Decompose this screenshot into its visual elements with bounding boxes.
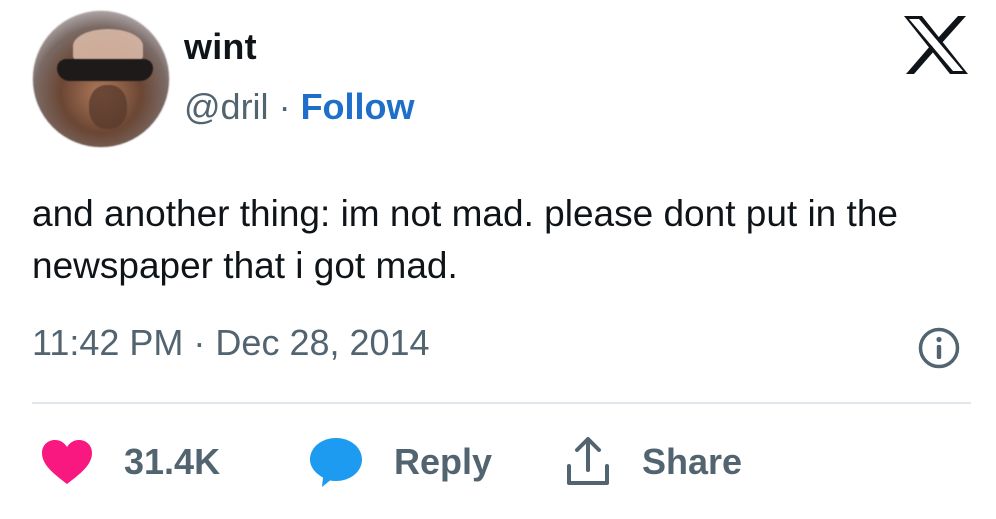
handle-row: @dril · Follow (184, 86, 415, 128)
tweet-card: wint @dril · Follow and another thing: im … (0, 0, 996, 519)
reply-label: Reply (394, 441, 493, 482)
x-logo-icon[interactable] (902, 15, 970, 75)
timestamp-separator: · (193, 322, 206, 363)
share-button[interactable]: Share (564, 434, 742, 490)
share-icon (567, 437, 609, 485)
heart-icon (42, 440, 92, 484)
avatar-forehead (73, 29, 143, 63)
divider (32, 402, 971, 404)
like-count: 31.4K (124, 441, 221, 482)
reply-button[interactable]: Reply (308, 434, 492, 490)
tweet-date: Dec 28, 2014 (215, 322, 430, 363)
like-button[interactable]: 31.4K (40, 434, 220, 490)
avatar[interactable] (32, 10, 170, 148)
info-icon[interactable] (917, 326, 961, 370)
share-label: Share (642, 441, 743, 482)
avatar-face-shadow (89, 85, 127, 129)
avatar-sunglasses (57, 59, 153, 81)
follow-button[interactable]: Follow (301, 86, 415, 127)
user-handle[interactable]: @dril (184, 86, 269, 127)
reply-bubble-icon (310, 438, 362, 487)
handle-separator: · (278, 86, 291, 127)
tweet-text: and another thing: im not mad. please do… (32, 193, 898, 286)
tweet-time: 11:42 PM (32, 322, 184, 363)
timestamp[interactable]: 11:42 PM · Dec 28, 2014 (32, 322, 430, 364)
display-name[interactable]: wint (184, 26, 257, 68)
